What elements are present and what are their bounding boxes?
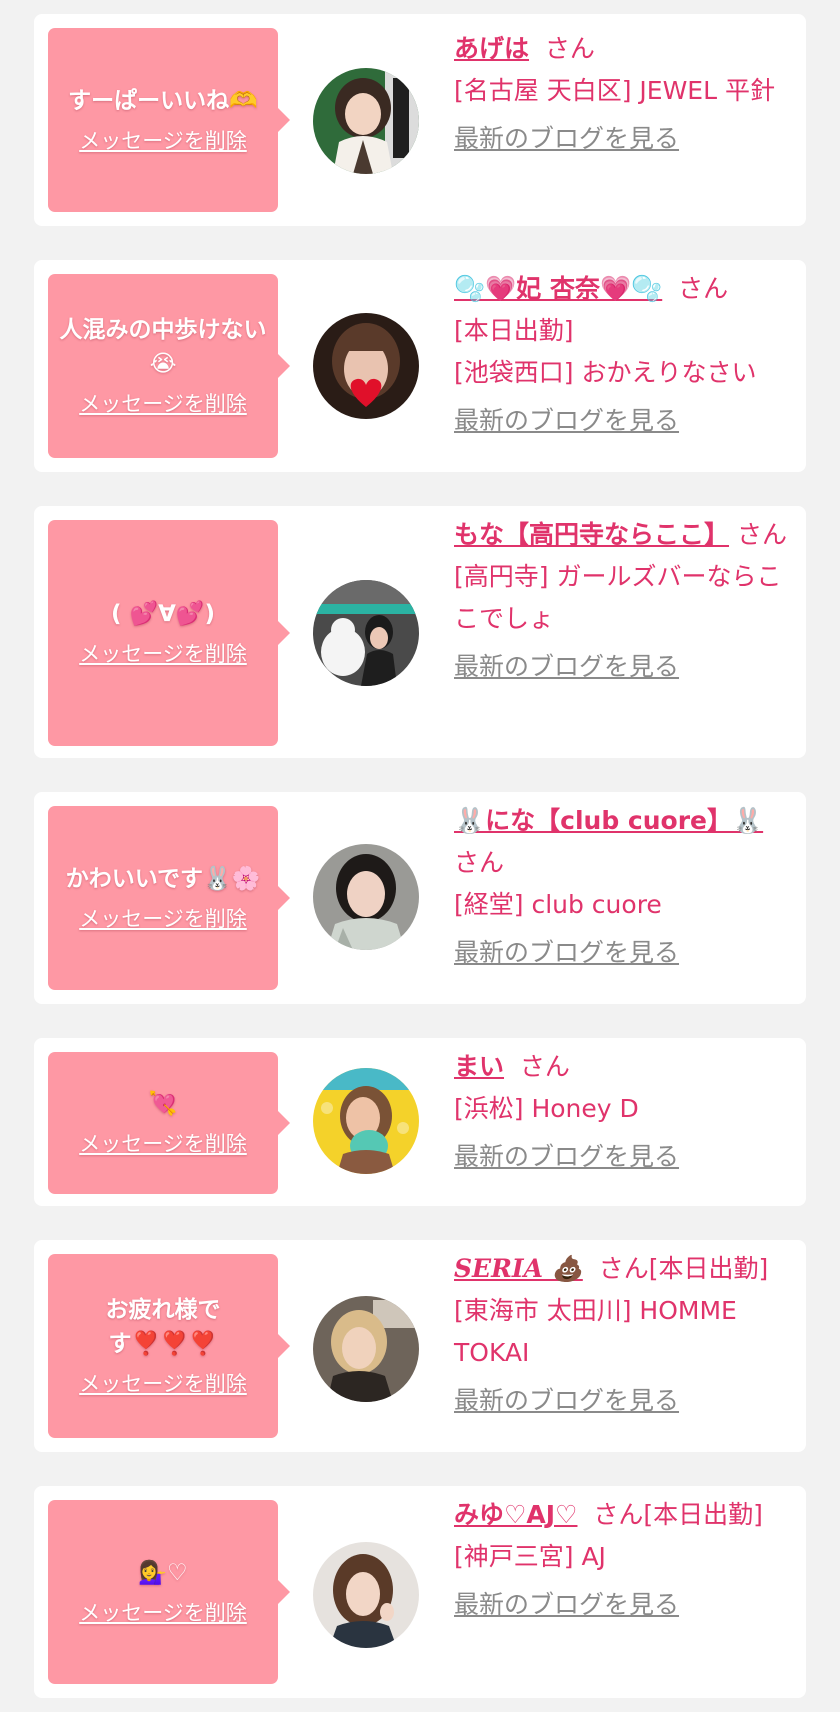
message-bubble: すーぱーいいね🫶 メッセージを削除: [48, 28, 278, 212]
sender-suffix: さん: [736, 520, 787, 549]
message-text: 💘: [148, 1091, 178, 1117]
message-bubble: お疲れ様です❣️❣️❣️ メッセージを削除: [48, 1254, 278, 1438]
sender-suffix: さん[本日出勤]: [598, 1254, 769, 1283]
sender-suffix: さん: [519, 1052, 570, 1081]
message-bubble: 人混みの中歩けない😭 メッセージを削除: [48, 274, 278, 458]
sender-info: 🫧💗妃 杏奈💗🫧 さん [本日出勤] [池袋西口] おかえりなさい 最新のブログ…: [454, 268, 794, 442]
sender-heading: もな【高円寺ならここ】 さん: [454, 514, 794, 556]
message-text: ( 💕∀💕): [110, 601, 216, 627]
message-text: かわいいです🐰🌸: [65, 866, 261, 892]
message-text: すーぱーいいね🫶: [68, 88, 258, 114]
delete-message-link[interactable]: メッセージを削除: [79, 126, 247, 156]
message-card: 💁‍♀️♡ メッセージを削除 みゆ♡AJ♡ さん[本日出勤] [神戸三宮] AJ…: [34, 1486, 806, 1698]
view-blog-link[interactable]: 最新のブログを見る: [454, 1584, 679, 1626]
sender-heading: みゆ♡AJ♡ さん[本日出勤]: [454, 1494, 814, 1536]
view-blog-link[interactable]: 最新のブログを見る: [454, 932, 679, 974]
delete-message-link[interactable]: メッセージを削除: [79, 1598, 247, 1628]
message-card: 💘 メッセージを削除 まい さん [浜松] Honey D 最新のブログを見る: [34, 1038, 806, 1206]
sender-heading: 🐰にな【club cuore】🐰 さん: [454, 800, 794, 884]
message-text: お疲れ様です❣️❣️❣️: [105, 1297, 221, 1357]
avatar[interactable]: [313, 1542, 419, 1648]
sender-heading: SERIA 💩 さん[本日出勤]: [454, 1248, 814, 1290]
message-text: 💁‍♀️♡: [138, 1560, 188, 1586]
sender-suffix: さん: [544, 34, 595, 63]
sender-heading: 🫧💗妃 杏奈💗🫧 さん: [454, 268, 794, 310]
sender-info: 🐰にな【club cuore】🐰 さん [経堂] club cuore 最新のブ…: [454, 800, 794, 974]
sender-name-link[interactable]: みゆ♡AJ♡: [454, 1500, 577, 1529]
view-blog-link[interactable]: 最新のブログを見る: [454, 646, 679, 688]
message-text: 人混みの中歩けない😭: [59, 317, 267, 377]
view-blog-link[interactable]: 最新のブログを見る: [454, 118, 679, 160]
avatar[interactable]: [313, 580, 419, 686]
view-blog-link[interactable]: 最新のブログを見る: [454, 1380, 679, 1422]
sender-suffix: さん[本日出勤]: [593, 1500, 763, 1529]
sender-detail: [本日出勤]: [454, 316, 574, 345]
sender-detail: [名古屋 天白区] JEWEL 平針: [454, 76, 775, 105]
sender-info: あげは さん [名古屋 天白区] JEWEL 平針 最新のブログを見る: [454, 28, 794, 160]
sender-name-link[interactable]: 🫧💗妃 杏奈💗🫧: [454, 274, 662, 303]
sender-info: みゆ♡AJ♡ さん[本日出勤] [神戸三宮] AJ 最新のブログを見る: [454, 1494, 814, 1626]
view-blog-link[interactable]: 最新のブログを見る: [454, 1136, 679, 1178]
delete-message-link[interactable]: メッセージを削除: [79, 904, 247, 934]
sender-name-link[interactable]: まい: [454, 1052, 504, 1081]
delete-message-link[interactable]: メッセージを削除: [79, 639, 247, 669]
message-card: かわいいです🐰🌸 メッセージを削除 🐰にな【club cuore】🐰 さん [経…: [34, 792, 806, 1004]
delete-message-link[interactable]: メッセージを削除: [79, 389, 247, 419]
message-bubble: ( 💕∀💕) メッセージを削除: [48, 520, 278, 746]
sender-detail: [東海市 太田川] HOMME TOKAI: [454, 1296, 737, 1367]
avatar[interactable]: [313, 1296, 419, 1402]
message-bubble: 💁‍♀️♡ メッセージを削除: [48, 1500, 278, 1684]
sender-name-link[interactable]: あげは: [454, 34, 529, 63]
message-card: お疲れ様です❣️❣️❣️ メッセージを削除 SERIA 💩 さん[本日出勤] […: [34, 1240, 806, 1452]
sender-suffix: さん: [678, 274, 729, 303]
sender-detail: [神戸三宮] AJ: [454, 1542, 606, 1571]
avatar[interactable]: [313, 68, 419, 174]
avatar[interactable]: [313, 1068, 419, 1174]
sender-info: もな【高円寺ならここ】 さん [高円寺] ガールズバーならここでしょ 最新のブロ…: [454, 514, 794, 688]
sender-info: まい さん [浜松] Honey D 最新のブログを見る: [454, 1046, 794, 1178]
sender-detail: [高円寺] ガールズバーならここでしょ: [454, 562, 782, 633]
sender-info: SERIA 💩 さん[本日出勤] [東海市 太田川] HOMME TOKAI 最…: [454, 1248, 814, 1422]
sender-name-link[interactable]: もな【高円寺ならここ】: [454, 520, 729, 549]
sender-detail: [浜松] Honey D: [454, 1094, 639, 1123]
avatar[interactable]: [313, 844, 419, 950]
sender-name-link[interactable]: SERIA 💩: [454, 1254, 583, 1283]
sender-detail: [池袋西口] おかえりなさい: [454, 358, 757, 387]
sender-heading: まい さん: [454, 1046, 794, 1088]
sender-detail: [経堂] club cuore: [454, 890, 662, 919]
avatar[interactable]: [313, 313, 419, 419]
sender-name-link[interactable]: 🐰にな【club cuore】🐰: [454, 806, 763, 835]
message-bubble: 💘 メッセージを削除: [48, 1052, 278, 1194]
message-card: 人混みの中歩けない😭 メッセージを削除 🫧💗妃 杏奈💗🫧 さん [本日出勤] […: [34, 260, 806, 472]
message-card: ( 💕∀💕) メッセージを削除 もな【高円寺ならここ】 さん [高円寺] ガール…: [34, 506, 806, 758]
message-bubble: かわいいです🐰🌸 メッセージを削除: [48, 806, 278, 990]
sender-suffix: さん: [454, 848, 505, 877]
delete-message-link[interactable]: メッセージを削除: [79, 1129, 247, 1159]
delete-message-link[interactable]: メッセージを削除: [79, 1369, 247, 1399]
view-blog-link[interactable]: 最新のブログを見る: [454, 400, 679, 442]
message-card: すーぱーいいね🫶 メッセージを削除 あげは さん [名古屋 天白区] JEWEL…: [34, 14, 806, 226]
sender-heading: あげは さん: [454, 28, 794, 70]
